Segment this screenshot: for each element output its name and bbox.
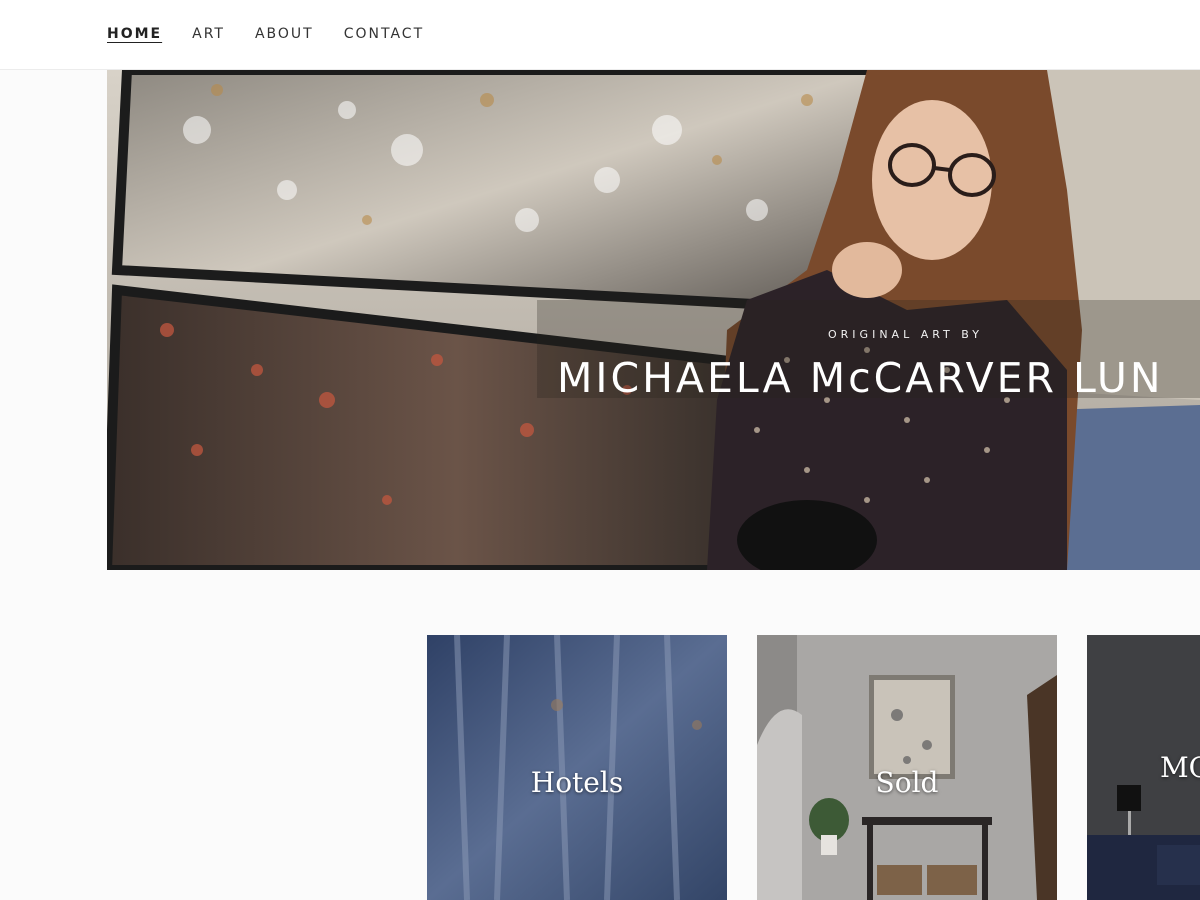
category-tile-hotels[interactable]: Hotels <box>427 635 727 900</box>
nav-contact-link[interactable]: CONTACT <box>344 26 424 42</box>
tile-label-sold: Sold <box>875 766 939 799</box>
hero-banner: ORIGINAL ART BY MICHAELA McCARVER LUN <box>107 70 1200 570</box>
tile-label-mc: MC <box>1160 751 1200 784</box>
nav-home-link[interactable]: HOME <box>107 26 162 42</box>
hero-title: MICHAELA McCARVER LUN <box>557 354 1164 402</box>
hero-kicker: ORIGINAL ART BY <box>828 328 983 341</box>
tile-label-hotels: Hotels <box>530 766 624 799</box>
main-nav: HOME ART ABOUT CONTACT <box>107 26 454 42</box>
nav-art-link[interactable]: ART <box>192 26 225 42</box>
nav-about-link[interactable]: ABOUT <box>255 26 314 42</box>
category-tile-sold[interactable]: Sold <box>757 635 1057 900</box>
site-header: HOME ART ABOUT CONTACT <box>0 0 1200 70</box>
category-tile-mc[interactable]: MC <box>1087 635 1200 900</box>
